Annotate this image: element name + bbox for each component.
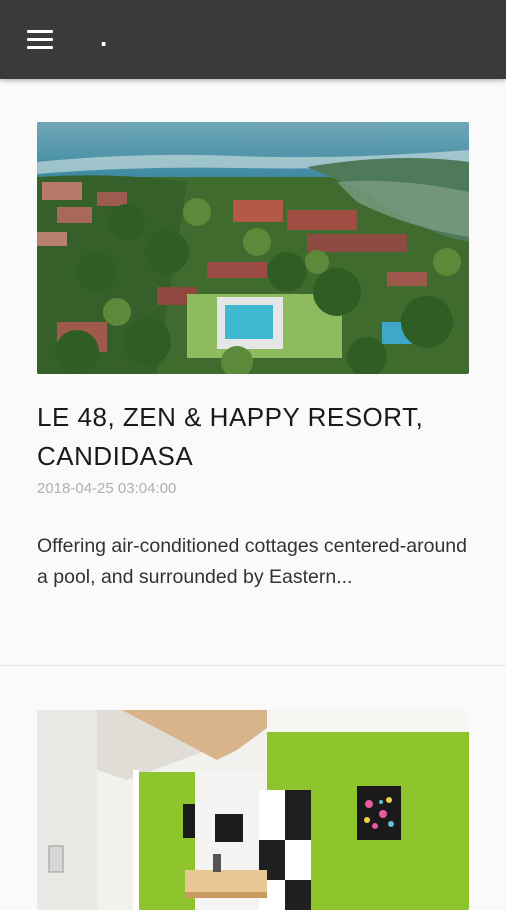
post-excerpt: Offering air-conditioned cottages center… [37,535,467,588]
app-title: . [100,22,108,52]
post-thumbnail[interactable] [37,122,469,374]
post-card[interactable]: LE 48, ZEN & HAPPY RESORT, CANDIDASA 201… [0,79,506,666]
post-card[interactable] [0,666,506,910]
app-bar: . [0,0,506,79]
post-thumbnail[interactable] [37,710,469,910]
hamburger-menu-icon[interactable] [22,24,58,56]
post-date: 2018-04-25 03:04:00 [37,480,177,497]
post-title[interactable]: LE 48, ZEN & HAPPY RESORT, CANDIDASA [37,398,477,476]
